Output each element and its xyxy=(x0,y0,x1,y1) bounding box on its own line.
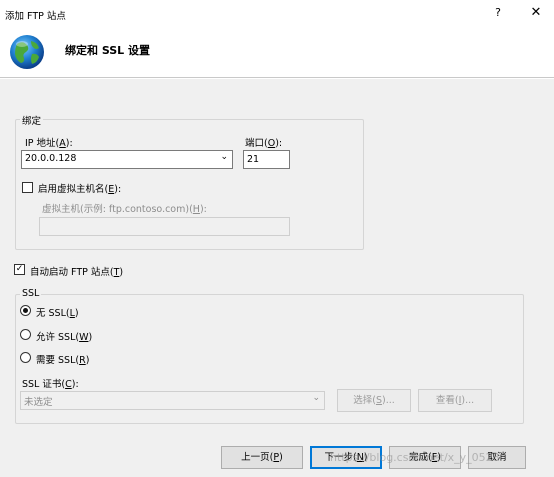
ssl-cert-dropdown[interactable]: 未选定 ⌄ xyxy=(20,391,325,410)
port-label: 端口(O): xyxy=(245,138,283,149)
allow-ssl-label: 允许 SSL(W) xyxy=(36,332,93,343)
port-input[interactable]: 21 xyxy=(243,150,290,169)
virtual-host-label: 虚拟主机(示例: ftp.contoso.com)(H): xyxy=(42,204,207,215)
wizard-header: 绑定和 SSL 设置 xyxy=(0,28,554,78)
view-cert-button[interactable]: 查看(I)... xyxy=(418,389,492,412)
page-title: 绑定和 SSL 设置 xyxy=(65,44,151,57)
ssl-cert-label: SSL 证书(C): xyxy=(22,379,79,390)
help-button[interactable]: ? xyxy=(488,3,508,23)
close-button[interactable]: ✕ xyxy=(525,3,547,23)
no-ssl-radio[interactable] xyxy=(20,305,31,316)
binding-group-label: 绑定 xyxy=(20,113,44,127)
no-ssl-label: 无 SSL(L) xyxy=(36,308,79,319)
ip-address-label: IP 地址(A): xyxy=(25,138,73,149)
title-bar: 添加 FTP 站点 ? ✕ xyxy=(0,0,554,28)
globe-icon xyxy=(10,35,44,69)
autostart-checkbox[interactable]: ✓ xyxy=(14,264,25,275)
select-cert-button[interactable]: 选择(S)... xyxy=(337,389,411,412)
virtual-host-checkbox[interactable] xyxy=(22,182,33,193)
require-ssl-label: 需要 SSL(R) xyxy=(36,355,90,366)
ssl-group-label: SSL xyxy=(20,288,42,299)
virtual-host-checkbox-label: 启用虚拟主机名(E): xyxy=(38,184,122,195)
chevron-down-icon: ⌄ xyxy=(220,152,228,162)
window-title: 添加 FTP 站点 xyxy=(5,11,66,22)
watermark-text: https://blog.csdn.net/x_y_0528 xyxy=(330,451,500,464)
chevron-down-icon: ⌄ xyxy=(312,393,320,403)
ip-address-dropdown[interactable]: 20.0.0.128 ⌄ xyxy=(21,150,233,169)
virtual-host-input[interactable] xyxy=(39,217,290,236)
require-ssl-radio[interactable] xyxy=(20,352,31,363)
allow-ssl-radio[interactable] xyxy=(20,329,31,340)
autostart-label: 自动启动 FTP 站点(T) xyxy=(30,267,124,278)
previous-button[interactable]: 上一页(P) xyxy=(221,446,303,469)
